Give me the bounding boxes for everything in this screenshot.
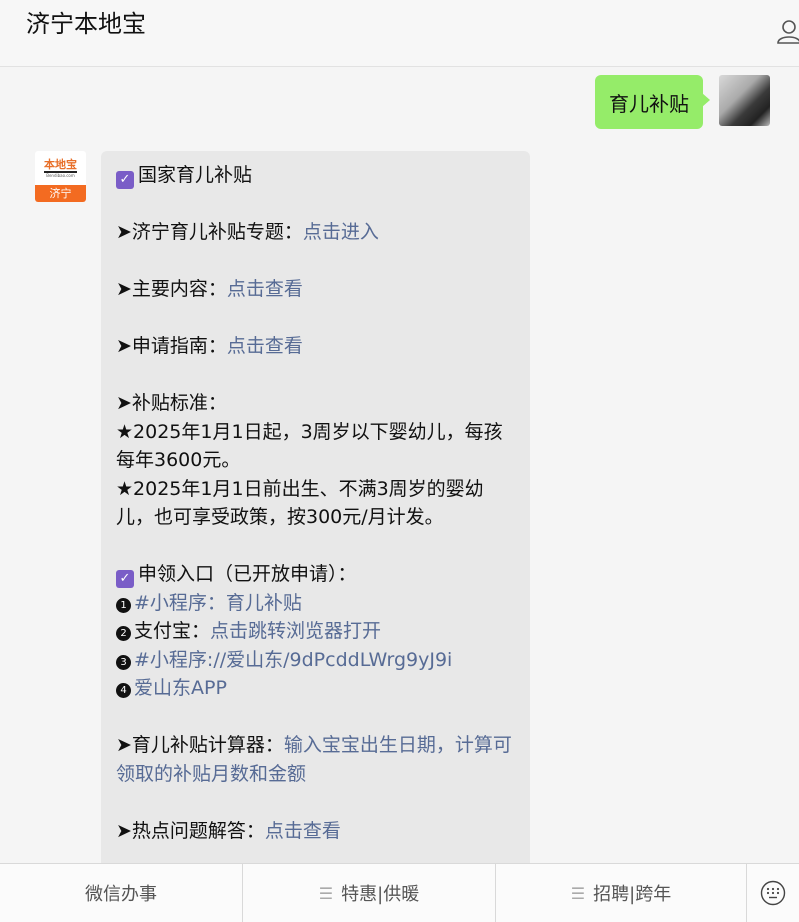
apply-heading: 申领入口（已开放申请）：: [138, 563, 357, 585]
profile-icon[interactable]: [776, 18, 799, 48]
entry-2-label: 支付宝：: [134, 620, 211, 642]
user-message-text: 育儿补贴: [609, 91, 689, 116]
entry-1-line: 1 #小程序：育儿补贴: [116, 589, 516, 618]
guide-line: ➤申请指南：点击查看: [116, 332, 516, 361]
menu-item-3-label: 招聘|跨年: [593, 884, 672, 905]
main-content-label: ➤主要内容：: [116, 278, 227, 300]
entry-4-line: 4 爱山东APP: [116, 674, 516, 703]
number-1-icon: 1: [116, 597, 131, 613]
submenu-icon: ☰: [570, 883, 586, 903]
heading-line: ✓ 国家育儿补贴: [116, 161, 516, 190]
bot-avatar-city: 济宁: [35, 185, 86, 202]
guide-link[interactable]: 点击查看: [227, 335, 303, 357]
faq-label: ➤热点问题解答：: [116, 819, 265, 842]
menu-item-2-label: 特惠|供暖: [341, 884, 420, 905]
menu-zhaopin-kuanian[interactable]: ☰ 招聘|跨年: [496, 864, 747, 922]
entry-3-link[interactable]: #小程序://爱山东/9dPcddLWrg9yJ9i: [134, 649, 452, 671]
message-heading: 国家育儿补贴: [138, 164, 253, 186]
entry-1-link[interactable]: #小程序：育儿补贴: [134, 592, 302, 614]
checkbox-icon: ✓: [116, 570, 134, 588]
topic-line: ➤济宁育儿补贴专题：点击进入: [116, 218, 516, 247]
submenu-icon: ☰: [318, 883, 334, 903]
entry-2-line: 2 支付宝：点击跳转浏览器打开: [116, 617, 516, 646]
number-3-icon: 3: [116, 654, 131, 670]
apply-heading-line: ✓ 申领入口（已开放申请）：: [116, 560, 516, 589]
keyboard-icon: [760, 880, 786, 906]
user-message-row: 育儿补贴: [595, 75, 770, 129]
entry-4-link[interactable]: 爱山东APP: [134, 677, 227, 699]
bot-message-bubble: ✓ 国家育儿补贴 ➤济宁育儿补贴专题：点击进入 ➤主要内容：点击查看 ➤申请指南：…: [101, 151, 530, 921]
faq-line: ➤热点问题解答：点击查看: [116, 817, 516, 846]
bendibao-logo: 本地宝 Bendibao.com: [44, 157, 77, 178]
faq-link[interactable]: 点击查看: [265, 820, 341, 842]
bot-avatar[interactable]: 本地宝 Bendibao.com 济宁: [35, 151, 86, 202]
user-avatar[interactable]: [719, 75, 770, 126]
number-4-icon: 4: [116, 683, 131, 698]
main-content-line: ➤主要内容：点击查看: [116, 275, 516, 304]
menu-item-1-label: 微信办事: [85, 884, 157, 905]
topic-link[interactable]: 点击进入: [303, 221, 379, 243]
topic-label: ➤济宁育儿补贴专题：: [116, 221, 303, 243]
standard-item-2: ★2025年1月1日前出生、不满3周岁的婴幼儿，也可享受政策，按300元/月计发…: [116, 477, 484, 529]
guide-label: ➤申请指南：: [116, 335, 227, 357]
entry-2-link[interactable]: 点击跳转浏览器打开: [210, 620, 381, 642]
number-2-icon: 2: [116, 626, 131, 641]
keyboard-toggle[interactable]: [747, 864, 799, 922]
chat-title: 济宁本地宝: [26, 10, 146, 38]
menu-tehui-gongnuan[interactable]: ☰ 特惠|供暖: [243, 864, 496, 922]
chat-header: 济宁本地宝: [0, 0, 799, 67]
standard-label: ➤补贴标准：: [116, 392, 227, 414]
user-message-bubble[interactable]: 育儿补贴: [595, 75, 710, 129]
checkbox-icon: ✓: [116, 171, 134, 189]
calculator-label: ➤育儿补贴计算器：: [116, 734, 284, 756]
calculator-line: ➤育儿补贴计算器：输入宝宝出生日期，计算可领取的补贴月数和金额: [116, 731, 516, 788]
bottom-menu-bar: 微信办事 ☰ 特惠|供暖 ☰ 招聘|跨年: [0, 863, 799, 922]
standard-item-1: ★2025年1月1日起，3周岁以下婴幼儿，每孩每年3600元。: [116, 420, 503, 472]
menu-weixin-banshi[interactable]: 微信办事: [0, 864, 243, 922]
main-content-link[interactable]: 点击查看: [227, 278, 303, 300]
entry-3-line: 3 #小程序://爱山东/9dPcddLWrg9yJ9i: [116, 646, 516, 675]
